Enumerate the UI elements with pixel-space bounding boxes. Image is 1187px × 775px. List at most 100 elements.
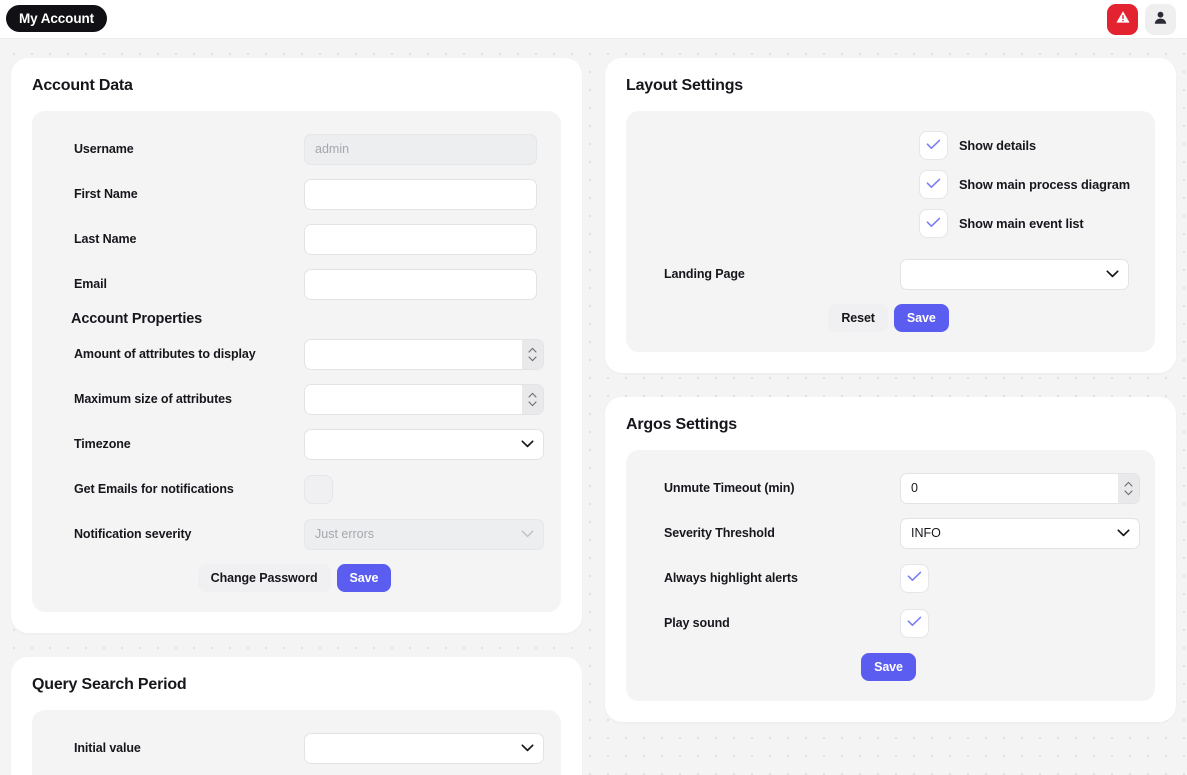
last-name-input[interactable] bbox=[304, 223, 537, 255]
chevron-down-icon[interactable] bbox=[528, 400, 537, 407]
layout-settings-title: Layout Settings bbox=[626, 77, 744, 94]
amount-attributes-input[interactable] bbox=[304, 338, 544, 370]
amount-attributes-stepper[interactable] bbox=[304, 338, 544, 370]
argos-settings-card: Unmute Timeout (min) 0 Severity Threshol… bbox=[626, 450, 1155, 701]
argos-settings-panel: Argos Settings Unmute Timeout (min) 0 Se… bbox=[605, 397, 1176, 722]
severity-threshold-select[interactable]: INFO bbox=[900, 517, 1140, 549]
always-highlight-alerts-label: Always highlight alerts bbox=[664, 571, 798, 585]
unmute-timeout-input[interactable]: 0 bbox=[900, 472, 1140, 504]
argos-settings-buttons: Save bbox=[646, 653, 1131, 681]
get-emails-row: Get Emails for notifications bbox=[52, 471, 537, 507]
always-highlight-alerts-row: Always highlight alerts bbox=[646, 560, 1131, 596]
get-emails-label: Get Emails for notifications bbox=[74, 482, 234, 496]
play-sound-checkbox[interactable] bbox=[900, 608, 929, 638]
max-size-spinner[interactable] bbox=[522, 384, 543, 414]
account-data-card: Username admin First Name Last Name Emai… bbox=[32, 111, 561, 612]
email-row: Email bbox=[52, 266, 537, 302]
layout-settings-card: Show details Show main process diagram S… bbox=[626, 111, 1155, 352]
chevron-down-icon[interactable] bbox=[528, 355, 537, 362]
last-name-label: Last Name bbox=[74, 232, 137, 246]
show-main-process-diagram-label: Show main process diagram bbox=[959, 177, 1131, 192]
right-column: Layout Settings Show details Show main p… bbox=[605, 58, 1176, 767]
chevron-up-icon[interactable] bbox=[528, 392, 537, 398]
get-emails-checkbox[interactable] bbox=[304, 474, 333, 504]
timezone-row: Timezone bbox=[52, 426, 544, 462]
user-avatar-icon bbox=[1153, 10, 1168, 30]
query-search-period-title: Query Search Period bbox=[32, 676, 187, 693]
layout-settings-reset-button[interactable]: Reset bbox=[828, 304, 888, 332]
severity-threshold-row: Severity Threshold INFO bbox=[646, 515, 1140, 551]
username-row: Username admin bbox=[52, 131, 537, 167]
landing-page-row: Landing Page bbox=[646, 256, 1131, 292]
max-size-row: Maximum size of attributes bbox=[52, 381, 544, 417]
check-icon bbox=[907, 569, 922, 587]
check-icon bbox=[907, 614, 922, 632]
initial-value-select[interactable] bbox=[304, 732, 544, 764]
max-size-input[interactable] bbox=[304, 383, 544, 415]
show-main-event-list-label: Show main event list bbox=[959, 216, 1084, 231]
query-search-period-card: Initial value Save bbox=[32, 710, 561, 775]
notification-severity-label: Notification severity bbox=[74, 527, 192, 541]
severity-threshold-select-wrap[interactable]: INFO bbox=[900, 517, 1140, 549]
show-main-event-list-row: Show main event list bbox=[646, 209, 1131, 238]
left-column: Account Data Username admin First Name L… bbox=[11, 58, 582, 775]
account-pill-label: My Account bbox=[19, 11, 95, 26]
notification-severity-select: Just errors bbox=[304, 518, 544, 550]
show-main-process-diagram-checkbox[interactable] bbox=[919, 170, 948, 199]
chevron-down-icon[interactable] bbox=[1124, 489, 1133, 496]
unmute-timeout-label: Unmute Timeout (min) bbox=[664, 481, 795, 495]
landing-page-label: Landing Page bbox=[664, 267, 745, 281]
show-main-event-list-checkbox[interactable] bbox=[919, 209, 948, 238]
chevron-up-icon[interactable] bbox=[528, 347, 537, 353]
unmute-timeout-stepper[interactable]: 0 bbox=[900, 472, 1140, 504]
top-bar-actions bbox=[1107, 4, 1176, 35]
show-details-checkbox[interactable] bbox=[919, 131, 948, 160]
account-pill-badge[interactable]: My Account bbox=[6, 5, 108, 32]
email-input[interactable] bbox=[304, 268, 537, 300]
argos-settings-save-button[interactable]: Save bbox=[861, 653, 916, 681]
last-name-row: Last Name bbox=[52, 221, 537, 257]
severity-threshold-label: Severity Threshold bbox=[664, 526, 775, 540]
warning-triangle-button[interactable] bbox=[1107, 4, 1138, 35]
initial-value-label: Initial value bbox=[74, 741, 141, 755]
layout-settings-buttons: Reset Save bbox=[646, 304, 1131, 332]
username-label: Username bbox=[74, 142, 134, 156]
layout-settings-panel: Layout Settings Show details Show main p… bbox=[605, 58, 1176, 373]
query-search-period-panel: Query Search Period Initial value Save bbox=[11, 657, 582, 775]
initial-value-select-wrap[interactable] bbox=[304, 732, 544, 764]
notification-severity-select-wrap: Just errors bbox=[304, 518, 544, 550]
warning-triangle-icon bbox=[1115, 9, 1131, 30]
amount-attributes-row: Amount of attributes to display bbox=[52, 336, 544, 372]
amount-attributes-label: Amount of attributes to display bbox=[74, 347, 256, 361]
timezone-select-wrap[interactable] bbox=[304, 428, 544, 460]
landing-page-select-wrap[interactable] bbox=[900, 258, 1129, 290]
user-avatar-button[interactable] bbox=[1145, 4, 1176, 35]
timezone-select[interactable] bbox=[304, 428, 544, 460]
first-name-input[interactable] bbox=[304, 178, 537, 210]
account-data-title: Account Data bbox=[32, 77, 133, 94]
account-data-save-button[interactable]: Save bbox=[336, 564, 392, 592]
email-label: Email bbox=[74, 277, 107, 291]
layout-settings-save-button[interactable]: Save bbox=[893, 304, 949, 332]
first-name-row: First Name bbox=[52, 176, 537, 212]
change-password-button[interactable]: Change Password bbox=[197, 564, 331, 592]
settings-columns: Account Data Username admin First Name L… bbox=[0, 39, 1187, 775]
max-size-stepper[interactable] bbox=[304, 383, 544, 415]
account-data-panel: Account Data Username admin First Name L… bbox=[11, 58, 582, 633]
always-highlight-alerts-checkbox[interactable] bbox=[900, 563, 929, 593]
argos-settings-title: Argos Settings bbox=[626, 416, 737, 433]
top-bar: My Account bbox=[0, 0, 1187, 39]
account-properties-subheading: Account Properties bbox=[71, 311, 203, 327]
unmute-timeout-spinner[interactable] bbox=[1118, 473, 1139, 503]
landing-page-select[interactable] bbox=[900, 258, 1129, 290]
show-details-row: Show details bbox=[646, 131, 1131, 160]
account-data-buttons: Change Password Save bbox=[52, 564, 537, 592]
unmute-timeout-row: Unmute Timeout (min) 0 bbox=[646, 470, 1140, 506]
chevron-up-icon[interactable] bbox=[1124, 481, 1133, 487]
play-sound-row: Play sound bbox=[646, 605, 1131, 641]
show-details-label: Show details bbox=[959, 138, 1037, 153]
show-main-process-diagram-row: Show main process diagram bbox=[646, 170, 1131, 199]
timezone-label: Timezone bbox=[74, 437, 131, 451]
initial-value-row: Initial value bbox=[52, 730, 544, 766]
amount-attributes-spinner[interactable] bbox=[522, 339, 543, 369]
